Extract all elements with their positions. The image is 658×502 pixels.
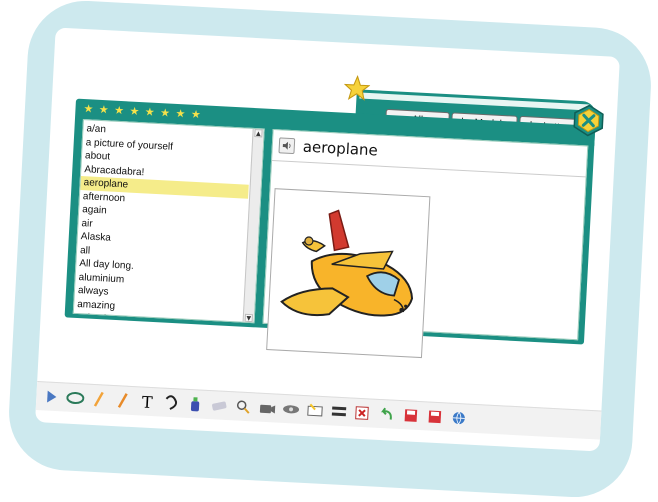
- undo-icon[interactable]: [354, 404, 373, 423]
- save-icon[interactable]: [401, 406, 420, 425]
- fill-icon[interactable]: [186, 395, 205, 414]
- clear-icon[interactable]: [330, 402, 349, 421]
- word-list[interactable]: a/an a picture of yourself about Abracadabr…: [72, 119, 265, 324]
- star-icon: [343, 74, 371, 101]
- close-button[interactable]: [572, 104, 606, 138]
- text-icon[interactable]: T: [138, 392, 157, 412]
- speaker-icon[interactable]: [278, 137, 296, 155]
- whiteboard-screen: All by Module by Letter ★ ★ ★ ★ ★ ★ ★ ★ …: [35, 27, 620, 452]
- reveal-icon[interactable]: [282, 400, 301, 419]
- scroll-up-icon[interactable]: ▲: [254, 129, 263, 138]
- close-icon: [573, 104, 604, 137]
- glossary-panel: ★ ★ ★ ★ ★ ★ ★ ★ a/an a picture of yoursel…: [64, 98, 596, 359]
- magnifier-icon[interactable]: [234, 397, 253, 416]
- aeroplane-image-icon: [280, 209, 414, 317]
- detail-divider: [272, 159, 586, 178]
- arrow-icon[interactable]: [42, 387, 61, 406]
- scroll-down-icon[interactable]: ▼: [244, 313, 253, 323]
- globe-icon[interactable]: [449, 409, 468, 428]
- glossary-window: All by Module by Letter ★ ★ ★ ★ ★ ★ ★ ★ …: [64, 74, 604, 359]
- curve-icon[interactable]: [162, 394, 181, 413]
- pencil-icon[interactable]: [90, 390, 109, 409]
- redo-icon[interactable]: [377, 405, 396, 424]
- camera-icon[interactable]: [258, 399, 277, 418]
- stars-decoration-icon: ★ ★ ★ ★ ★ ★ ★ ★: [83, 102, 203, 122]
- line-icon[interactable]: [306, 401, 325, 420]
- detail-word: aeroplane: [302, 137, 379, 160]
- eraser-icon[interactable]: [66, 389, 85, 408]
- pen-icon[interactable]: [114, 391, 133, 410]
- word-detail: aeroplane: [262, 128, 589, 359]
- word-list-items: a/an a picture of yourself about Abracadabr…: [73, 120, 251, 323]
- print-icon[interactable]: [425, 407, 444, 426]
- word-picture: [266, 188, 431, 359]
- highlighter-icon[interactable]: [210, 396, 229, 415]
